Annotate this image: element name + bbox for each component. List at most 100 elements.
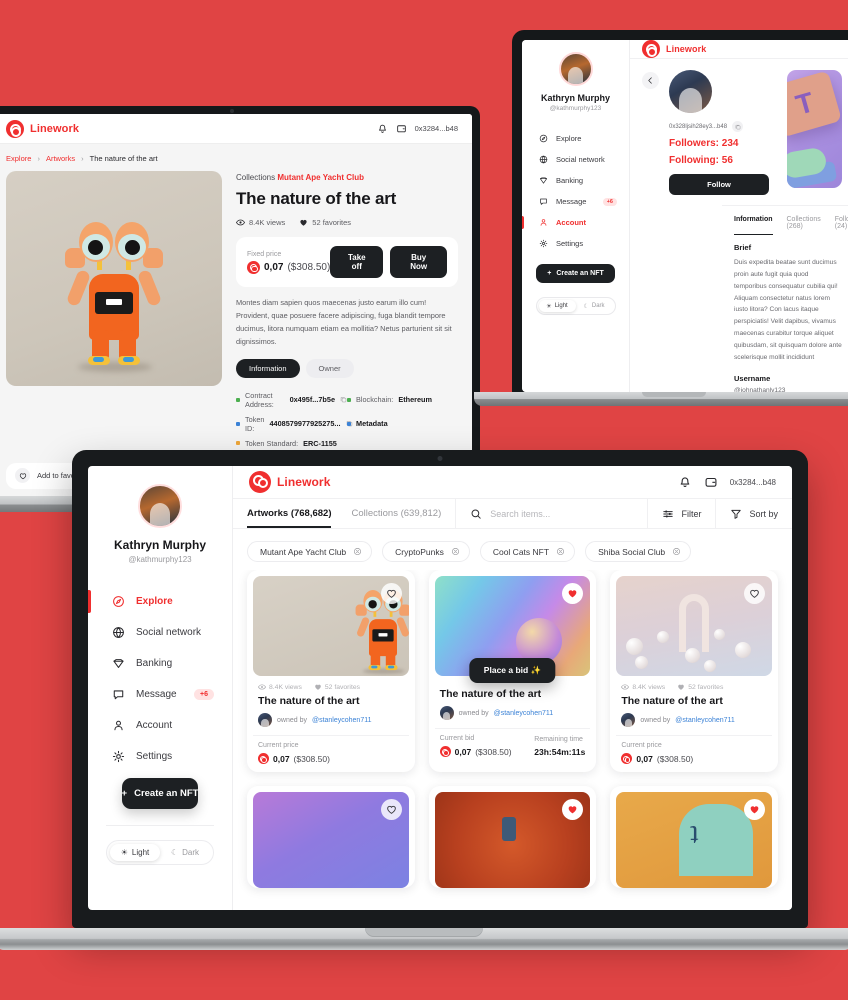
sidebar-item-account[interactable]: Account [88, 710, 232, 741]
theme-dark-option[interactable]: ☾ Dark [160, 844, 210, 861]
wallet-icon[interactable] [396, 123, 407, 134]
favorite-heart-icon[interactable] [562, 799, 584, 820]
search-box[interactable] [455, 499, 647, 528]
plus-icon: + [547, 270, 552, 277]
favorite-heart-icon[interactable] [562, 583, 584, 604]
sort-button[interactable]: Sort by [715, 499, 792, 528]
sun-icon: ☀ [546, 303, 552, 310]
favorite-heart-icon[interactable] [744, 583, 765, 604]
sidebar-item-account[interactable]: Account [522, 212, 629, 233]
close-icon[interactable] [672, 547, 681, 556]
sidebar-item-label: Account [556, 218, 586, 227]
price-usd: ($308.50) [656, 753, 694, 764]
sidebar-item-banking[interactable]: Banking [88, 648, 232, 679]
copy-icon[interactable] [732, 121, 744, 132]
nft-card[interactable]: ʇ [610, 786, 778, 888]
create-nft-button[interactable]: + Create an NFT [121, 778, 199, 809]
chip-cool-cats-nft[interactable]: Cool Cats NFT [479, 541, 576, 562]
followers-row: Followers: 234 [669, 138, 777, 149]
place-bid-button[interactable]: Place a bid ✨ [469, 658, 556, 683]
nft-card[interactable] [247, 786, 415, 888]
favorite-heart-icon[interactable] [380, 799, 402, 820]
brief-text: Duis expedita beatae sunt ducimus proin … [734, 259, 842, 361]
sidebar-item-social-network[interactable]: Social network [522, 149, 629, 170]
sidebar-item-settings[interactable]: Settings [88, 741, 232, 772]
buy-now-button[interactable]: Buy Now [390, 246, 447, 278]
breadcrumb-artworks[interactable]: Artworks [46, 154, 75, 163]
tablet-nav: Explore Social network Banking Message +… [522, 128, 629, 254]
owner-handle[interactable]: @stanleycohen711 [312, 717, 372, 724]
filter-button[interactable]: Filter [647, 499, 715, 528]
sidebar-item-explore[interactable]: Explore [88, 586, 232, 617]
owner-handle[interactable]: @stanleycohen711 [494, 710, 554, 717]
sidebar-item-settings[interactable]: Settings [522, 233, 629, 254]
tab-information[interactable]: Information [734, 216, 773, 235]
follow-button[interactable]: Follow [669, 174, 769, 195]
following-count: 56 [721, 155, 733, 166]
filter-label: Filter [681, 508, 702, 519]
sidebar-item-banking[interactable]: Banking [522, 170, 629, 191]
tab-owner[interactable]: Owner [305, 358, 354, 378]
tab-collections[interactable]: Collections (268) [787, 216, 821, 235]
tab-following[interactable]: Following (24) [835, 216, 848, 235]
theme-light-label: Light [131, 848, 150, 857]
theme-dark-option[interactable]: ☾ Dark [576, 300, 613, 312]
brand-logo-group[interactable]: Linework [6, 119, 79, 138]
tab-artworks[interactable]: Artworks (768,682) [247, 499, 332, 528]
theme-light-option[interactable]: ☀ Light [110, 844, 160, 861]
sidebar-item-message[interactable]: Message +6 [88, 679, 232, 710]
sidebar-item-social-network[interactable]: Social network [88, 617, 232, 648]
brand-logo-group[interactable]: Linework [642, 40, 706, 58]
chip-shiba-social-club[interactable]: Shiba Social Club [585, 541, 692, 562]
close-icon[interactable] [556, 547, 565, 556]
wallet-address[interactable]: 0x3284...b48 [415, 124, 458, 133]
chip-cryptopunks[interactable]: CryptoPunks [382, 541, 470, 562]
owner-handle[interactable]: @stanleycohen711 [675, 717, 735, 724]
main-header: Linework 0x3284...b48 [233, 466, 792, 499]
close-icon[interactable] [353, 547, 362, 556]
nft-card[interactable]: 8.4K views 52 favorites The nature of th… [247, 570, 415, 772]
breadcrumb-current: The nature of the art [89, 154, 158, 163]
collection-name[interactable]: Mutant Ape Yacht Club [277, 173, 364, 182]
meta-metadata[interactable]: Metadata [347, 412, 458, 436]
profile-address[interactable]: 0x328ljsih28ey3...b48 [669, 124, 727, 130]
nft-card[interactable] [428, 786, 597, 888]
tablet-screen: Kathryn Murphy @kathmurphy123 Explore So… [522, 40, 848, 392]
back-button[interactable] [642, 72, 659, 89]
breadcrumb-explore[interactable]: Explore [6, 154, 31, 163]
avatar[interactable] [558, 52, 593, 86]
wallet-address[interactable]: 0x3284...b48 [730, 478, 776, 487]
take-off-button[interactable]: Take off [330, 246, 384, 278]
theme-toggle[interactable]: ☀ Light ☾ Dark [535, 297, 616, 315]
nft-thumbnail [253, 792, 409, 888]
owned-by-label: owned by [640, 716, 671, 724]
favorite-heart-icon[interactable] [380, 583, 402, 604]
webcam-icon [437, 456, 443, 461]
eth-coin-icon [621, 753, 633, 764]
close-icon[interactable] [451, 547, 460, 556]
sidebar-item-message[interactable]: Message +6 [522, 191, 629, 212]
tab-information[interactable]: Information [236, 358, 300, 378]
brand-logo-group[interactable]: Linework [249, 471, 330, 493]
favorite-heart-icon[interactable] [744, 799, 765, 820]
search-icon [470, 508, 482, 520]
notification-bell-icon[interactable] [377, 123, 388, 134]
card-stats: 8.4K views 52 favorites [616, 676, 772, 691]
nft-card[interactable]: 8.4K views 52 favorites The nature of th… [610, 570, 778, 772]
tablet-base [474, 392, 848, 406]
nft-grid: 8.4K views 52 favorites The nature of th… [233, 570, 792, 910]
nft-card[interactable]: Place a bid ✨ The nature of the art owne… [428, 570, 597, 772]
search-input[interactable] [490, 508, 634, 519]
profile-header: 0x328ljsih28ey3...b48 Followers: 234 Fol… [630, 59, 848, 195]
theme-toggle[interactable]: ☀ Light ☾ Dark [106, 840, 214, 865]
avatar[interactable] [138, 484, 182, 528]
theme-light-option[interactable]: ☀ Light [538, 300, 576, 312]
copy-icon[interactable] [340, 396, 347, 403]
chip-mutant-ape-yacht-club[interactable]: Mutant Ape Yacht Club [247, 541, 373, 562]
create-nft-button[interactable]: + Create an NFT [536, 264, 615, 283]
avatar[interactable] [669, 70, 712, 113]
sidebar-item-explore[interactable]: Explore [522, 128, 629, 149]
notification-bell-icon[interactable] [678, 475, 692, 489]
wallet-icon[interactable] [704, 475, 718, 489]
tab-collections[interactable]: Collections (639,812) [351, 499, 441, 528]
